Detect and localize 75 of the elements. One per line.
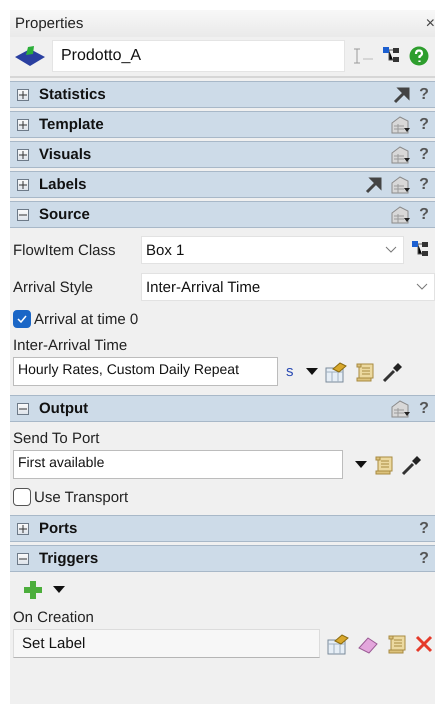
- name-field[interactable]: Prodotto_A: [52, 40, 345, 72]
- section-header[interactable]: Statistics ?: [10, 81, 435, 108]
- delete-icon: [414, 634, 434, 654]
- table-options-icon: [389, 174, 411, 194]
- collapse-icon[interactable]: [17, 552, 29, 564]
- help-button[interactable]: ?: [417, 176, 431, 194]
- section-title: Visuals: [39, 146, 92, 163]
- expand-icon[interactable]: [17, 148, 29, 160]
- help-button[interactable]: ?: [417, 116, 431, 134]
- help-button[interactable]: ?: [417, 86, 431, 104]
- section-title: Statistics: [39, 86, 107, 103]
- expand-icon[interactable]: [17, 178, 29, 190]
- arrow-icon: [393, 86, 411, 104]
- checkbox[interactable]: [13, 310, 31, 328]
- template-icon: [324, 360, 348, 382]
- section-title: Source: [39, 206, 91, 223]
- field-label: FlowItem Class: [13, 242, 117, 258]
- expand-icon[interactable]: [17, 522, 29, 534]
- collapse-icon[interactable]: [17, 208, 29, 220]
- arrow-icon: [365, 176, 383, 194]
- section-header[interactable]: Template ?: [10, 111, 435, 138]
- section-title: Ports: [39, 520, 78, 537]
- close-button[interactable]: ×: [426, 14, 435, 32]
- dropdown[interactable]: Box 1: [141, 236, 404, 264]
- input-field[interactable]: First available: [13, 450, 343, 479]
- eyedropper-icon: [382, 360, 404, 382]
- field-label: Inter-Arrival Time: [13, 337, 128, 354]
- unit-label: s: [286, 363, 294, 380]
- cube-icon: [14, 44, 46, 68]
- scroll-icon: [354, 360, 376, 382]
- checkbox[interactable]: [13, 488, 31, 506]
- help-button[interactable]: ?: [417, 146, 431, 164]
- checkbox-label: Arrival at time 0: [34, 310, 138, 328]
- checkbox-label: Use Transport: [34, 488, 128, 506]
- field-label: Arrival Style: [13, 278, 94, 296]
- text-cursor-icon: [351, 46, 375, 66]
- dropdown-arrow-icon: [306, 368, 318, 376]
- panel-title: Properties: [15, 15, 84, 32]
- help-button[interactable]: ?: [417, 550, 431, 568]
- section-title: Template: [39, 116, 105, 133]
- help-button[interactable]: ?: [417, 400, 431, 418]
- expand-icon[interactable]: [17, 118, 29, 130]
- field-label: On Creation: [13, 609, 95, 626]
- help-button[interactable]: ?: [417, 520, 431, 538]
- expand-icon[interactable]: [17, 88, 29, 100]
- help-button[interactable]: ?: [417, 206, 431, 224]
- section-title: Output: [39, 400, 90, 417]
- section-header[interactable]: Visuals ?: [10, 141, 435, 168]
- table-options-icon: [389, 144, 411, 164]
- scroll-icon: [373, 454, 395, 476]
- section-header[interactable]: Ports ?: [10, 515, 435, 542]
- input-field[interactable]: Set Label: [13, 629, 320, 658]
- collapse-icon[interactable]: [17, 402, 29, 414]
- dropdown[interactable]: Inter-Arrival Time: [141, 273, 435, 301]
- section-title: Labels: [39, 176, 88, 193]
- chevron-icon: [385, 246, 397, 254]
- section-header[interactable]: Labels ?: [10, 171, 435, 198]
- table-options-icon: [389, 398, 411, 418]
- eyedropper-icon: [401, 454, 423, 476]
- section-header[interactable]: Output ?: [10, 395, 435, 422]
- add-icon: [23, 580, 43, 600]
- dropdown-arrow-icon: [53, 586, 65, 594]
- dropdown-arrow-icon: [355, 460, 367, 468]
- section-title: Triggers: [39, 550, 100, 567]
- template-icon: [326, 632, 350, 654]
- scroll-icon: [386, 632, 408, 654]
- help-icon: [409, 46, 429, 66]
- table-options-icon: [389, 114, 411, 134]
- section-header[interactable]: Source ?: [10, 201, 435, 228]
- chevron-icon: [416, 283, 428, 291]
- section-header[interactable]: Triggers ?: [10, 545, 435, 572]
- input-field[interactable]: Hourly Rates, Custom Daily Repeat: [13, 357, 278, 386]
- table-options-icon: [389, 204, 411, 224]
- check-icon: [17, 315, 27, 323]
- field-label: Send To Port: [13, 430, 100, 447]
